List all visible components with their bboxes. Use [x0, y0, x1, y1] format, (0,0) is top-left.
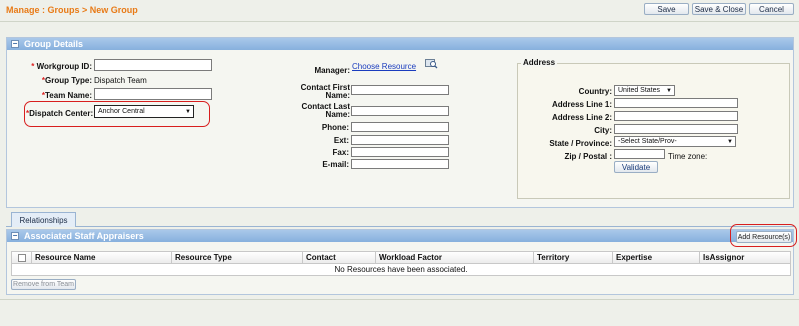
contact-first-name-label: Contact First Name:	[300, 83, 350, 100]
col-resource-name[interactable]: Resource Name	[32, 252, 172, 263]
tab-strip-line	[6, 226, 794, 227]
collapse-toggle-icon[interactable]: −	[11, 232, 19, 240]
country-label: Country:	[578, 87, 612, 96]
address-line2-label: Address Line 2:	[551, 113, 612, 122]
email-label: E-mail:	[322, 160, 349, 169]
save-button[interactable]: Save	[644, 3, 689, 15]
contact-last-name-input[interactable]	[351, 106, 449, 116]
choose-resource-link[interactable]: Choose Resource	[352, 62, 416, 71]
select-all-checkbox[interactable]	[17, 253, 26, 262]
contact-last-name-label: Contact Last Name:	[301, 102, 350, 119]
state-label: State / Province:	[549, 139, 612, 148]
fax-label: Fax:	[332, 148, 349, 157]
timezone-label: Time zone:	[668, 152, 708, 161]
country-selected: United States	[618, 87, 661, 94]
team-name-label: *Team Name:	[41, 91, 92, 100]
ext-input[interactable]	[351, 135, 449, 145]
staff-table: Resource Name Resource Type Contact Work…	[11, 251, 791, 276]
workgroup-id-label: * Workgroup ID:	[31, 62, 92, 71]
chevron-down-icon: ▼	[727, 138, 733, 145]
validate-button[interactable]: Validate	[614, 161, 658, 173]
phone-label: Phone:	[321, 123, 349, 132]
address-line2-input[interactable]	[614, 111, 738, 121]
group-type-label: *Group Type:	[41, 76, 92, 85]
contact-first-name-input[interactable]	[351, 85, 449, 95]
address-legend: Address	[521, 58, 558, 67]
select-all-checkbox-cell	[12, 252, 32, 263]
chevron-down-icon: ▼	[666, 87, 672, 94]
team-name-input[interactable]	[94, 88, 212, 100]
table-empty-message: No Resources have been associated.	[334, 265, 468, 274]
col-contact[interactable]: Contact	[303, 252, 376, 263]
city-input[interactable]	[614, 124, 738, 134]
dispatch-center-selected: Anchor Central	[98, 108, 145, 115]
ext-label: Ext:	[333, 136, 349, 145]
footer-divider	[0, 299, 799, 300]
state-selected: -Select State/Prov-	[618, 138, 677, 145]
add-resources-button[interactable]: Add Resource(s)	[736, 231, 792, 243]
address-line1-label: Address Line 1:	[551, 100, 612, 109]
zip-input[interactable]	[614, 149, 665, 159]
col-expertise[interactable]: Expertise	[613, 252, 700, 263]
staff-panel-title: Associated Staff Appraisers	[24, 231, 144, 241]
manager-label: Manager:	[314, 66, 350, 75]
group-type-value: Dispatch Team	[94, 76, 147, 85]
col-workload-factor[interactable]: Workload Factor	[376, 252, 534, 263]
collapse-toggle-icon[interactable]: −	[11, 40, 19, 48]
city-label: City:	[594, 126, 612, 135]
group-details-title: Group Details	[24, 39, 84, 49]
email-input[interactable]	[351, 159, 449, 169]
phone-input[interactable]	[351, 122, 449, 132]
address-line1-input[interactable]	[614, 98, 738, 108]
zip-label: Zip / Postal :	[564, 152, 612, 161]
col-territory[interactable]: Territory	[534, 252, 613, 263]
col-isassignor[interactable]: IsAssignor	[700, 252, 790, 263]
page-breadcrumb: Manage : Groups > New Group	[6, 5, 138, 15]
tab-relationships[interactable]: Relationships	[11, 212, 76, 227]
fax-input[interactable]	[351, 147, 449, 157]
col-resource-type[interactable]: Resource Type	[172, 252, 303, 263]
table-header-row: Resource Name Resource Type Contact Work…	[12, 252, 790, 264]
workgroup-id-input[interactable]	[94, 59, 212, 71]
country-select[interactable]: United States ▼	[614, 85, 675, 96]
remove-from-team-button[interactable]: Remove from Team	[11, 279, 76, 290]
save-close-button[interactable]: Save & Close	[692, 3, 746, 15]
group-details-header: − Group Details	[7, 38, 793, 50]
search-icon[interactable]	[425, 59, 438, 69]
staff-panel-header: − Associated Staff Appraisers	[7, 230, 793, 242]
chevron-down-icon: ▼	[185, 108, 191, 115]
header-divider	[0, 21, 799, 22]
cancel-button[interactable]: Cancel	[749, 3, 794, 15]
dispatch-center-label: *Dispatch Center:	[26, 109, 94, 118]
dispatch-center-select[interactable]: Anchor Central ▼	[94, 105, 194, 118]
state-select[interactable]: -Select State/Prov- ▼	[614, 136, 736, 147]
